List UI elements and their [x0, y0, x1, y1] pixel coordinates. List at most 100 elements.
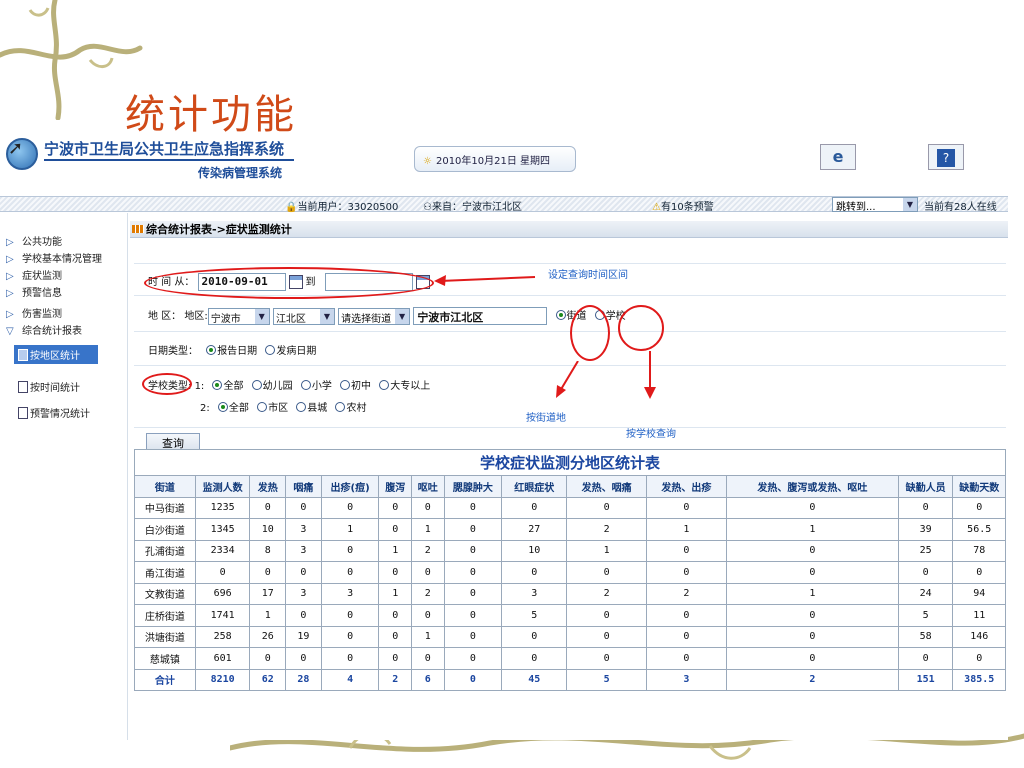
school-type-kindergarten-radio[interactable]	[251, 380, 262, 390]
table-cell: 0	[725, 561, 899, 584]
district-select[interactable]: 江北区 ▼	[272, 307, 335, 325]
alert-info[interactable]: ⚠有10条预警	[652, 198, 714, 213]
onset-date-label: 发病日期	[276, 346, 317, 357]
sidebar-item-label: 学校基本情况管理	[22, 254, 102, 265]
location-all-radio[interactable]	[217, 402, 228, 412]
panel-title: 综合统计报表->症状监测统计	[130, 221, 1008, 238]
region-row: 地 区： 地区: 宁波市 ▼ 江北区 ▼ 请选择街道 ▼ 宁波市江北区 街道 学校	[148, 307, 626, 325]
table-cell: 0	[952, 561, 1006, 584]
table-cell: 0	[285, 604, 322, 627]
table-cell: 0	[501, 625, 568, 648]
school-type-primary-radio[interactable]	[300, 380, 311, 390]
onset-date-radio[interactable]	[265, 345, 276, 355]
table-cell: 3	[646, 668, 727, 691]
table-cell: 0	[952, 496, 1006, 519]
report-date-radio[interactable]	[206, 345, 217, 355]
table-cell: 0	[320, 647, 380, 670]
table-cell: 1	[249, 604, 287, 627]
table-cell: 0	[646, 625, 727, 648]
jump-select[interactable]: 跳转到... ▼	[832, 197, 918, 213]
table-cell: 696	[194, 582, 251, 605]
row2-prefix: 2:	[200, 403, 210, 414]
sidebar-item-label: 预警信息	[22, 288, 62, 299]
school-type-all-radio[interactable]	[212, 380, 223, 390]
ie-icon[interactable]: e	[820, 144, 856, 170]
table-cell: 0	[443, 582, 503, 605]
sidebar-item-injury[interactable]: ▷ 伤害监测	[6, 305, 62, 320]
sidebar-item-school-info[interactable]: ▷ 学校基本情况管理	[6, 250, 102, 265]
table-cell: 0	[320, 561, 380, 584]
option-label: 农村	[346, 403, 367, 414]
date-type-row: 日期类型： 报告日期 发病日期	[148, 342, 316, 357]
sidebar-subitem-alert-stats[interactable]: 预警情况统计	[18, 405, 90, 420]
option-label: 市区	[268, 403, 289, 414]
table-cell: 1	[378, 582, 412, 605]
alerts-text[interactable]: 有10条预警	[661, 202, 714, 213]
table-cell: 0	[725, 496, 899, 519]
table-cell: 1345	[194, 518, 251, 541]
location-urban-radio[interactable]	[257, 402, 268, 412]
table-total-row: 合计 8210 62 28 4 2 6 0 45 5 3 2 151 385.5	[134, 668, 1006, 691]
district-value: 江北区	[275, 313, 306, 325]
table-cell: 3	[285, 518, 322, 541]
city-select[interactable]: 宁波市 ▼	[207, 307, 270, 325]
sidebar-item-public[interactable]: ▷ 公共功能	[6, 233, 62, 248]
sidebar-subitem-by-time[interactable]: 按时间统计	[18, 379, 80, 394]
table-cell: 2	[646, 582, 727, 605]
triangle-right-icon: ▷	[6, 309, 14, 320]
table-cell: 0	[249, 647, 287, 670]
column-header: 街道	[134, 475, 196, 498]
current-user-text: 当前用户：33020500	[297, 202, 399, 213]
school-type-middle-radio[interactable]	[340, 380, 351, 390]
sidebar-item-symptom[interactable]: ▷ 症状监测	[6, 267, 62, 282]
triangle-down-icon: ▽	[6, 326, 14, 337]
table-cell: 17	[249, 582, 287, 605]
date-type-label: 日期类型：	[148, 346, 198, 357]
system-subtitle: 传染病管理系统	[198, 166, 283, 180]
table-cell: 0	[897, 561, 954, 584]
region-text-input[interactable]: 宁波市江北区	[413, 307, 548, 325]
time-range-highlight	[144, 267, 434, 299]
city-value: 宁波市	[210, 313, 241, 325]
table-cell: 151	[897, 668, 954, 691]
stat-table: 街道 监测人数 发热 咽痛 出疹(痘) 腹泻 呕吐 腮腺肿大 红眼症状 发热、咽痛 发热、出疹 发热、…	[134, 475, 1006, 691]
help-button[interactable]: ?	[928, 144, 964, 170]
table-cell: 2	[566, 518, 648, 541]
location-rural-radio[interactable]	[335, 402, 346, 412]
table-cell: 601	[194, 647, 251, 670]
triangle-right-icon: ▷	[6, 271, 14, 282]
table-cell: 0	[378, 647, 412, 670]
option-label: 幼儿园	[262, 381, 293, 392]
table-row: 孔浦街道 2334 8 3 0 1 2 0 10 1 0 0 25 78	[134, 539, 1006, 562]
location-county-radio[interactable]	[296, 402, 307, 412]
table-cell: 62	[249, 668, 287, 691]
table-cell: 3	[285, 539, 322, 562]
report-date-label: 报告日期	[217, 346, 258, 357]
arrow-to-school-icon	[644, 351, 656, 399]
school-type-college-radio[interactable]	[379, 380, 390, 390]
stat-table-wrap: 学校症状监测分地区统计表 街道 监测人数 发热 咽痛 出疹(痘) 腹泻 呕吐 腮腺肿大 红眼症状…	[134, 449, 1006, 691]
table-cell: 0	[566, 561, 648, 584]
annotation-by-street: 按街道地	[526, 413, 566, 424]
table-cell: 0	[378, 604, 412, 627]
table-row: 中马街道 1235 0 0 0 0 0 0 0 0 0 0 0 0	[134, 496, 1006, 519]
sidebar-subitem-by-region[interactable]: 按地区统计	[14, 345, 98, 364]
table-row: 白沙街道 1345 10 3 1 0 1 0 27 2 1 1 39 56.5	[134, 518, 1006, 541]
table-cell: 1	[411, 518, 445, 541]
table-cell: 0	[725, 604, 899, 627]
column-header: 缺勤人员	[897, 475, 954, 498]
table-cell: 0	[501, 496, 568, 519]
chevron-down-icon: ▼	[254, 308, 269, 324]
street-select[interactable]: 请选择街道 ▼	[338, 307, 411, 325]
option-label: 全部	[228, 403, 249, 414]
school-type-row-2: 2: 全部 市区 县城 农村	[200, 399, 366, 414]
sun-icon: ☼	[423, 156, 432, 167]
table-cell: 2	[411, 539, 445, 562]
sidebar-item-reports[interactable]: ▽ 综合统计报表	[6, 322, 82, 337]
annotation-set-time: 设定查询时间区间	[548, 270, 628, 281]
mode-street-radio[interactable]	[555, 310, 566, 320]
street-name-cell: 洪塘街道	[134, 625, 196, 648]
table-cell: 2334	[194, 539, 251, 562]
table-cell: 0	[566, 496, 648, 519]
sidebar-item-alerts[interactable]: ▷ 预警信息	[6, 284, 62, 299]
